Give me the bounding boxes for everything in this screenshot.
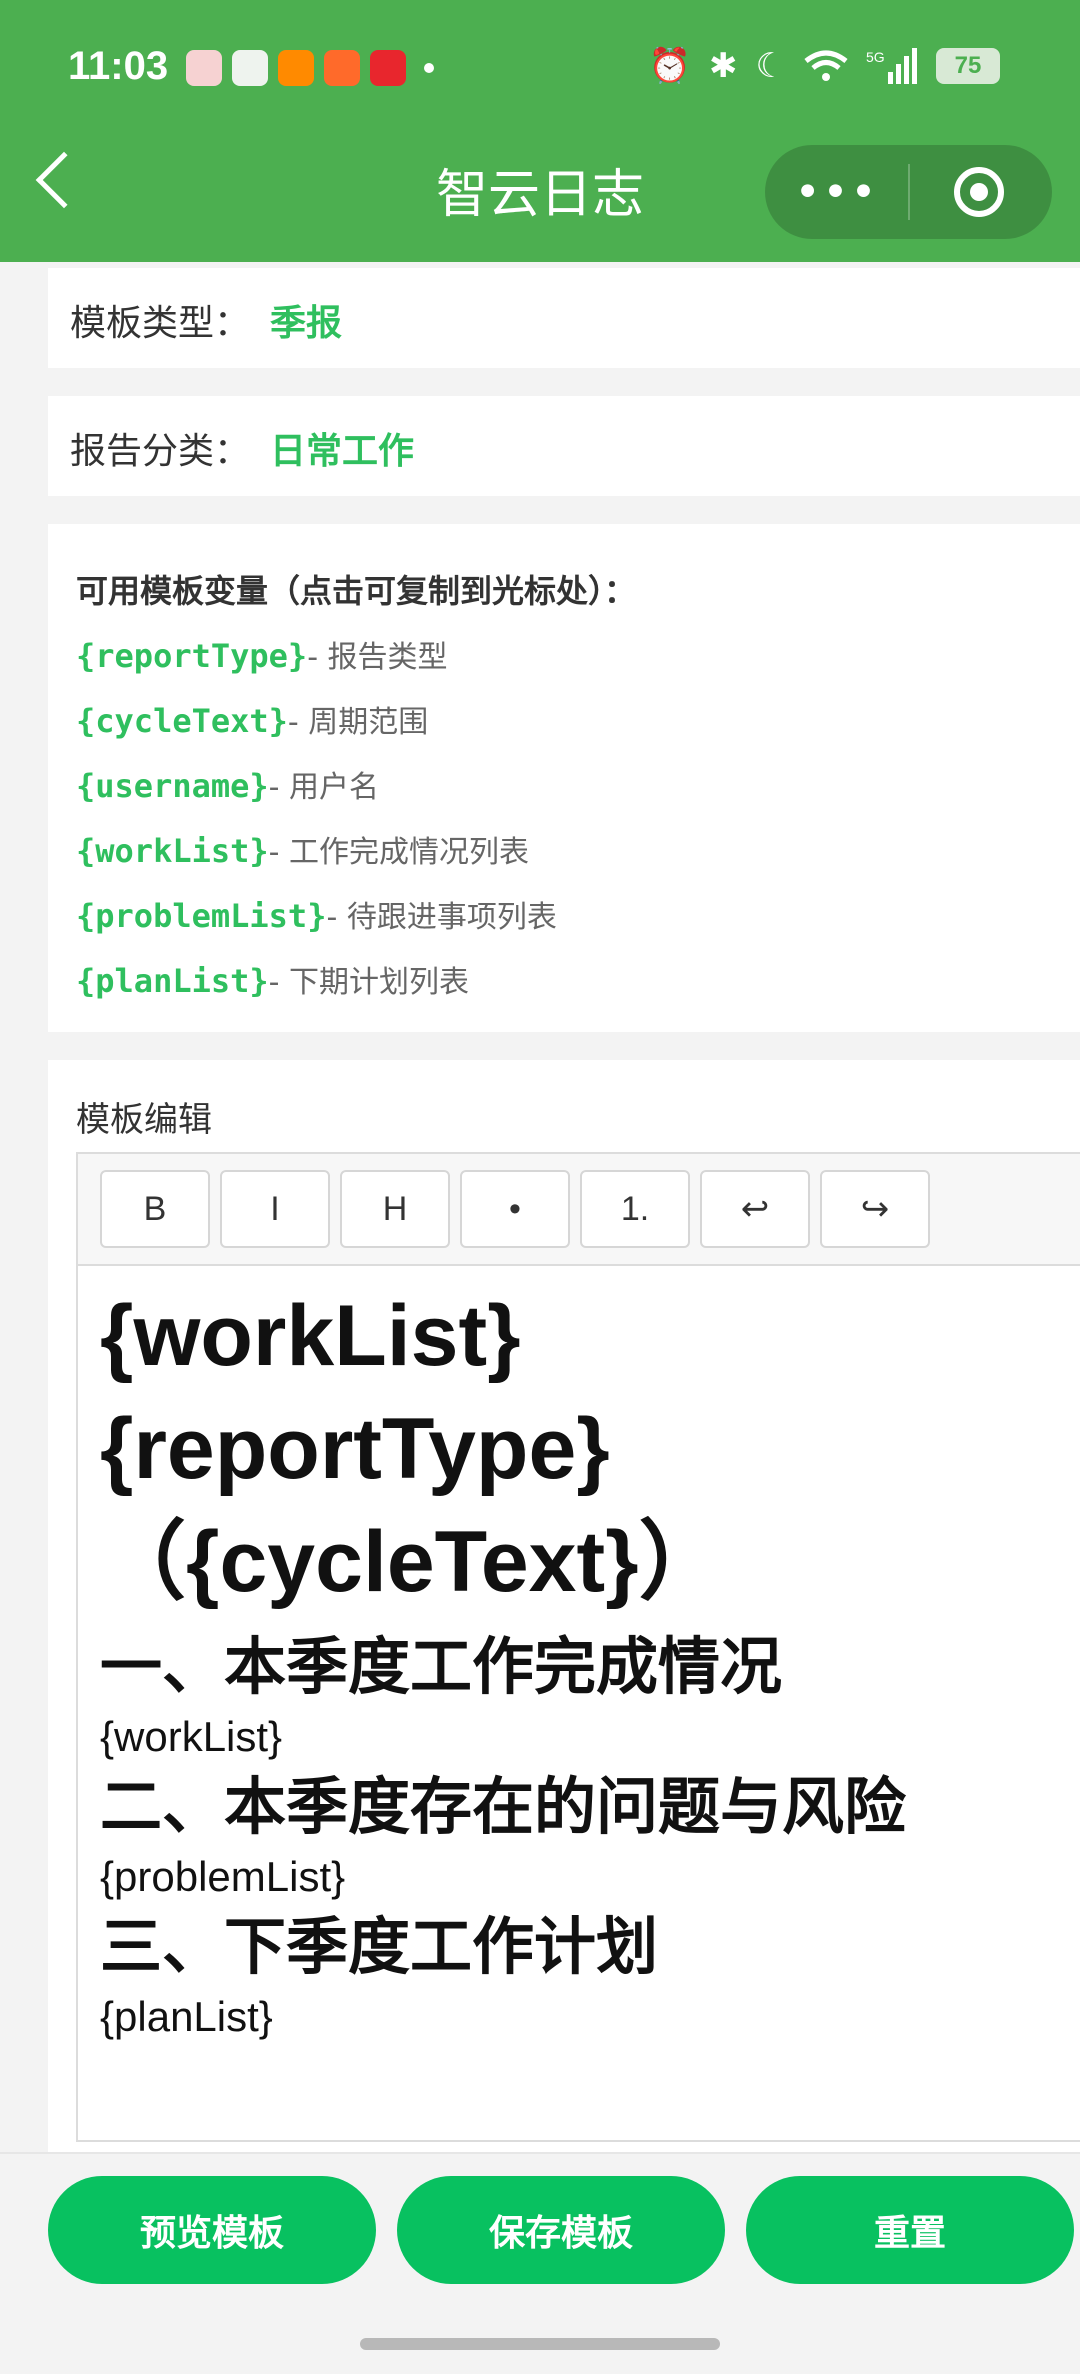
section-variable: {workList} [100,1713,283,1760]
red-app-icon [370,50,406,86]
bold-button[interactable]: B [100,1170,210,1248]
signal-icon: 5G [866,48,917,84]
alarm-icon: ⏰ [648,46,692,86]
variables-title: 可用模板变量（点击可复制到光标处）： [76,572,637,610]
status-right: ⏰ ✱ ☾ 5G 75 [649,46,1000,86]
capsule-divider [908,164,910,220]
editor-title: 模板编辑 [76,1100,212,1140]
network-type: 5G [866,49,885,65]
section-variable: {problemList} [100,1853,346,1900]
report-category-label: 报告分类： [70,431,251,472]
variable-desc: - 周期范围 [287,705,429,740]
variable-desc: - 报告类型 [307,640,448,675]
report-category-card: 报告分类： 日常工作 [48,396,1080,496]
ordered-list-button[interactable]: 1. [580,1170,690,1248]
variable-item[interactable]: {planList}- 下期计划列表 [76,957,469,1001]
section-variable: {planList} [100,1993,273,2040]
status-time: 11:03 [68,44,169,88]
variable-code[interactable]: {username} [76,767,269,805]
variable-code[interactable]: {workList} [76,832,269,870]
variables-card: 可用模板变量（点击可复制到光标处）： {reportType}- 报告类型 {c… [48,524,1080,1032]
template-type-row: 模板类型： 季报 [70,294,342,346]
more-button[interactable]: ••• [765,167,908,218]
clock-app-icon [232,50,268,86]
more-notifications-icon [424,63,434,73]
status-bar: 11:03 ⏰ ✱ ☾ 5G 75 [0,40,1080,100]
variable-item[interactable]: {cycleText}- 周期范围 [76,697,428,741]
bullet-list-button[interactable]: • [460,1170,570,1248]
variable-code[interactable]: {planList} [76,962,269,1000]
top-bar: 11:03 ⏰ ✱ ☾ 5G 75 智云日志 ••• [0,0,1080,262]
mini-program-capsule: ••• [765,145,1052,239]
taobao-app-icon [278,50,314,86]
save-template-button[interactable]: 保存模板 [397,2176,725,2284]
app-notification-icon [186,50,222,86]
target-dot-icon [970,183,988,201]
section-title: 一、本季度工作完成情况 [100,1630,783,1703]
content-heading-line: {workList} [100,1288,521,1384]
battery-level: 75 [954,52,982,79]
variable-desc: - 待跟进事项列表 [326,900,557,935]
variable-item[interactable]: {reportType}- 报告类型 [76,632,448,676]
close-mini-program-icon[interactable] [954,167,1004,217]
notification-icons [186,50,434,86]
italic-button[interactable]: I [220,1170,330,1248]
moon-icon: ☾ [755,46,786,86]
template-type-value: 季报 [270,303,343,344]
heading-button[interactable]: H [340,1170,450,1248]
section-title: 二、本季度存在的问题与风险 [100,1770,907,1843]
variable-item[interactable]: {username}- 用户名 [76,762,379,806]
content-heading-line: {reportType} [100,1401,610,1497]
preview-template-button[interactable]: 预览模板 [48,2176,376,2284]
variable-code[interactable]: {problemList} [76,897,326,935]
variable-item[interactable]: {workList}- 工作完成情况列表 [76,827,529,871]
runner-app-icon [324,50,360,86]
undo-button[interactable]: ↩ [700,1170,810,1248]
editor-toolbar: B I H • 1. ↩ ↪ [78,1154,1080,1266]
editor-card: 模板编辑 B I H • 1. ↩ ↪ {workList} {reportTy… [48,1060,1080,2152]
editor-content[interactable]: {workList} {reportType} （{cycleText}） 一、… [100,1280,1080,2047]
variable-desc: - 下期计划列表 [268,965,470,1000]
variable-item[interactable]: {problemList}- 待跟进事项列表 [76,892,557,936]
home-indicator[interactable] [360,2338,720,2350]
reset-button[interactable]: 重置 [746,2176,1074,2284]
report-category-value: 日常工作 [270,431,415,472]
variable-desc: - 用户名 [268,770,380,805]
rich-text-editor[interactable]: B I H • 1. ↩ ↪ {workList} {reportType} （… [76,1152,1080,2142]
content-heading-line: （{cycleText}） [100,1514,725,1610]
bluetooth-icon: ✱ [709,46,738,86]
report-category-row: 报告分类： 日常工作 [70,422,414,474]
template-type-label: 模板类型： [70,303,251,344]
section-title: 三、下季度工作计划 [100,1910,659,1983]
battery-icon: 75 [936,48,1000,84]
template-type-card: 模板类型： 季报 [48,268,1080,368]
variable-code[interactable]: {cycleText} [76,702,288,740]
redo-button[interactable]: ↪ [820,1170,930,1248]
wifi-icon [804,50,848,81]
variable-desc: - 工作完成情况列表 [268,835,530,870]
variable-code[interactable]: {reportType} [76,637,307,675]
